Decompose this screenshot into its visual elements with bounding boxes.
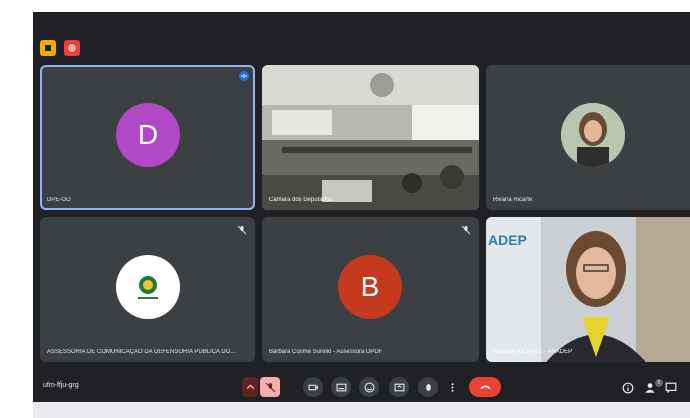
raise-hand-icon — [425, 383, 431, 391]
camera-icon — [308, 384, 318, 390]
emoji-icon — [364, 382, 374, 392]
captions-button[interactable] — [331, 377, 351, 397]
mic-off-icon — [265, 382, 275, 392]
camera-button[interactable] — [303, 377, 323, 397]
meet-window: D DPE-GO Camara dos Deputados Rivana Ric… — [33, 12, 690, 402]
present-button[interactable] — [389, 377, 409, 397]
end-call-icon — [480, 385, 490, 389]
meeting-controls-bar: ufm-ffju-grg 6 — [33, 368, 690, 402]
participant-name: Rivana Ricarte — [493, 197, 533, 203]
info-icon[interactable] — [622, 382, 634, 394]
reactions-button[interactable] — [359, 377, 379, 397]
participant-tile-dpe-go[interactable]: D DPE-GO — [40, 65, 255, 210]
participant-tile-assessoria[interactable]: ASSESSORIA DE COMUNICAÇÃO DA DEFENSORIA … — [40, 217, 255, 362]
participant-count-badge: 6 — [655, 379, 663, 387]
hand-icon — [45, 45, 51, 51]
record-icon — [68, 44, 76, 52]
recording-badge[interactable] — [64, 40, 80, 56]
chevron-up-icon — [246, 383, 254, 389]
bottom-strip — [33, 402, 690, 418]
avatar — [561, 103, 625, 167]
present-icon — [394, 383, 404, 391]
host-controls-badge[interactable] — [40, 40, 56, 56]
mic-off-icon — [461, 225, 471, 235]
speaking-indicator-icon — [239, 71, 249, 81]
svg-text:ADEP: ADEP — [488, 232, 527, 248]
chat-icon[interactable] — [665, 382, 677, 394]
more-icon — [451, 382, 453, 392]
avatar: B — [338, 255, 402, 319]
mic-off-icon — [237, 225, 247, 235]
participant-name: RIVANA RICARTE - ANADEP — [493, 349, 573, 355]
participant-tile-rivana-ricarte[interactable]: Rivana Ricarte — [486, 65, 690, 210]
audio-options-button[interactable] — [242, 377, 258, 397]
meeting-code: ufm-ffju-grg — [43, 382, 79, 389]
defensoria-logo — [138, 276, 158, 299]
more-options-button[interactable] — [445, 377, 459, 397]
captions-icon — [336, 383, 346, 391]
participant-tile-video[interactable]: Camara dos Deputados — [262, 65, 479, 210]
profile-photo — [561, 103, 625, 167]
participant-tile-barbara[interactable]: B Bárbara Cosme Surelio - Assessora DPDF — [262, 217, 479, 362]
avatar: D — [116, 103, 180, 167]
conference-room-video — [262, 65, 479, 210]
participant-tile-rivana-anadep[interactable]: ADEP RIVANA RICARTE - ANADEP — [486, 217, 690, 362]
avatar — [116, 255, 180, 319]
participant-name: ASSESSORIA DE COMUNICAÇÃO DA DEFENSORIA … — [47, 349, 236, 355]
raise-hand-button[interactable] — [418, 377, 438, 397]
microphone-button[interactable] — [260, 377, 280, 397]
participant-name: Camara dos Deputados — [269, 197, 333, 203]
participant-video: ADEP — [486, 217, 690, 362]
leave-call-button[interactable] — [469, 377, 501, 397]
participant-name: Bárbara Cosme Surelio - Assessora DPDF — [269, 349, 383, 355]
participant-name: DPE-GO — [47, 197, 71, 203]
